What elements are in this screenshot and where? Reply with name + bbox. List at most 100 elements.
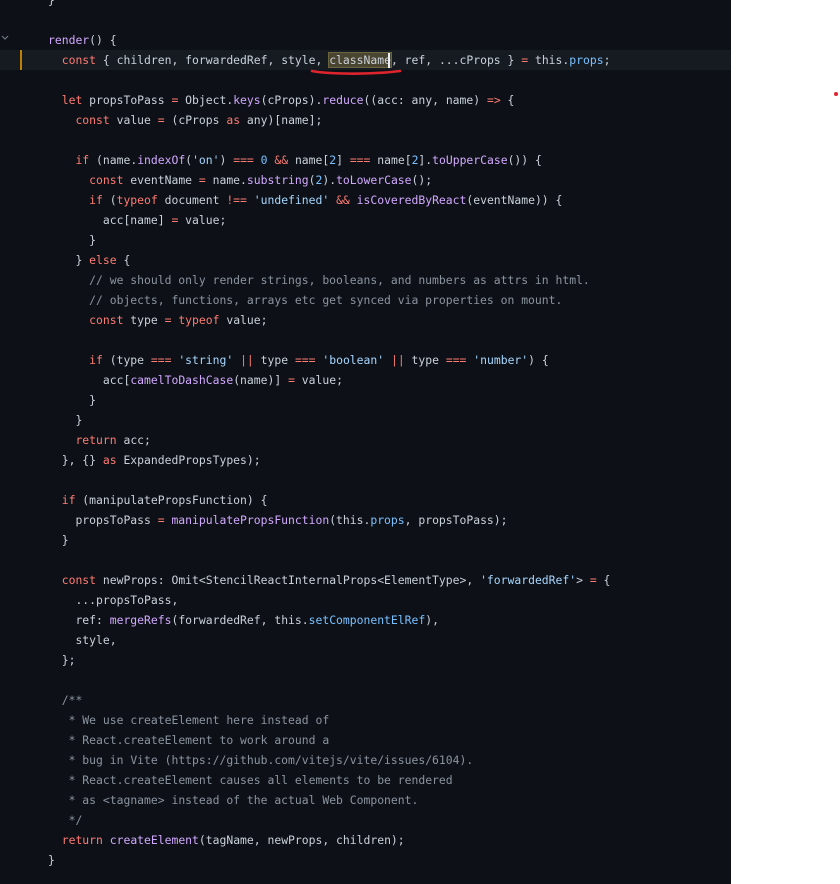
code-line[interactable]: return createElement(tagName, newProps, … — [0, 830, 731, 850]
code-line[interactable]: ref: mergeRefs(forwardedRef, this.setCom… — [0, 610, 731, 630]
code-line[interactable]: if (manipulatePropsFunction) { — [0, 490, 731, 510]
code-line[interactable]: // we should only render strings, boolea… — [0, 270, 731, 290]
code-line[interactable] — [0, 670, 731, 690]
code-token: */ — [68, 813, 83, 827]
code-token: = — [198, 173, 206, 187]
code-token: const — [89, 313, 124, 327]
code-token: { — [116, 253, 131, 267]
code-token: , propsToPass); — [404, 513, 508, 527]
code-line[interactable]: } — [0, 410, 731, 430]
code-token: reduce — [322, 93, 364, 107]
code-line[interactable]: render() { — [0, 30, 731, 50]
code-line[interactable]: * bug in Vite (https://github.com/vitejs… — [0, 750, 731, 770]
code-line[interactable]: }; — [0, 650, 731, 670]
code-token: toUpperCase — [432, 153, 508, 167]
code-line[interactable] — [0, 470, 731, 490]
code-line[interactable]: propsToPass = manipulatePropsFunction(th… — [0, 510, 731, 530]
red-annotation-dot — [834, 92, 838, 96]
code-token: /** — [61, 693, 83, 707]
code-line[interactable]: const newProps: Omit<StencilReactInterna… — [0, 570, 731, 590]
code-token: style, — [20, 633, 117, 647]
code-token: if — [89, 193, 103, 207]
code-token: const — [61, 53, 97, 67]
code-line[interactable]: * React.createElement to work around a — [0, 730, 731, 750]
code-token: ()) { — [507, 153, 542, 167]
code-token: 'on' — [192, 153, 220, 167]
code-token: Object. — [178, 93, 234, 107]
code-line[interactable]: // objects, functions, arrays etc get sy… — [0, 290, 731, 310]
code-line[interactable]: const value = (cProps as any)[name]; — [0, 110, 731, 130]
code-line[interactable] — [0, 130, 731, 150]
code-line[interactable] — [0, 550, 731, 570]
code-token: isCoveredByReact — [356, 193, 467, 207]
code-line[interactable]: } — [0, 230, 731, 250]
code-token: const — [75, 113, 110, 127]
code-editor[interactable]: } render() { const { children, forwarded… — [0, 0, 731, 884]
code-token: toLowerCase — [336, 173, 412, 187]
code-token: type — [253, 353, 295, 367]
code-line[interactable]: } — [0, 390, 731, 410]
code-line[interactable]: if (name.indexOf('on') === 0 && name[2] … — [0, 150, 731, 170]
code-line[interactable]: const eventName = name.substring(2).toLo… — [0, 170, 731, 190]
code-line[interactable]: * React.createElement causes all element… — [0, 770, 731, 790]
code-line[interactable]: }, {} as ExpandedPropsTypes); — [0, 450, 731, 470]
code-line[interactable] — [0, 10, 731, 30]
code-line[interactable]: */ — [0, 810, 731, 830]
code-line[interactable]: } else { — [0, 250, 731, 270]
code-line[interactable]: acc[name] = value; — [0, 210, 731, 230]
code-line[interactable]: style, — [0, 630, 731, 650]
code-line[interactable]: if (typeof document !== 'undefined' && i… — [0, 190, 731, 210]
code-token: mergeRefs — [109, 613, 172, 627]
code-token: = — [589, 573, 597, 587]
code-line[interactable]: const type = typeof value; — [0, 310, 731, 330]
code-token: document — [157, 193, 227, 207]
code-line[interactable]: * We use createElement here instead of — [0, 710, 731, 730]
code-token: ). — [322, 173, 337, 187]
code-line[interactable]: acc[camelToDashCase(name)] = value; — [0, 370, 731, 390]
code-token: typeof — [178, 313, 220, 327]
code-token: ) { — [528, 353, 549, 367]
code-token: ( — [102, 193, 117, 207]
code-token: (cProps). — [260, 93, 323, 107]
code-line[interactable]: let propsToPass = Object.keys(cProps).re… — [0, 90, 731, 110]
code-token: (tagName, newProps, children); — [198, 833, 405, 847]
code-token: || — [390, 353, 405, 367]
code-line[interactable]: } — [0, 850, 731, 870]
code-line[interactable] — [0, 330, 731, 350]
code-token: // objects, functions, arrays etc get sy… — [89, 293, 563, 307]
code-line[interactable]: * as <tagname> instead of the actual Web… — [0, 790, 731, 810]
code-token: => — [486, 93, 501, 107]
chevron-down-icon[interactable] — [0, 33, 10, 43]
code-line[interactable]: } — [0, 0, 731, 10]
code-token: } — [20, 0, 55, 7]
code-line[interactable]: /** — [0, 690, 731, 710]
code-line[interactable]: } — [0, 530, 731, 550]
code-token: * React.createElement causes all element… — [68, 773, 453, 787]
code-token: !== — [226, 193, 247, 207]
code-line[interactable]: return acc; — [0, 430, 731, 450]
code-token: value — [109, 113, 158, 127]
code-line[interactable]: ...propsToPass, — [0, 590, 731, 610]
code-token: substring — [246, 173, 309, 187]
code-token: (eventName)) { — [466, 193, 563, 207]
code-line[interactable]: if (type === 'string' || type === 'boole… — [0, 350, 731, 370]
